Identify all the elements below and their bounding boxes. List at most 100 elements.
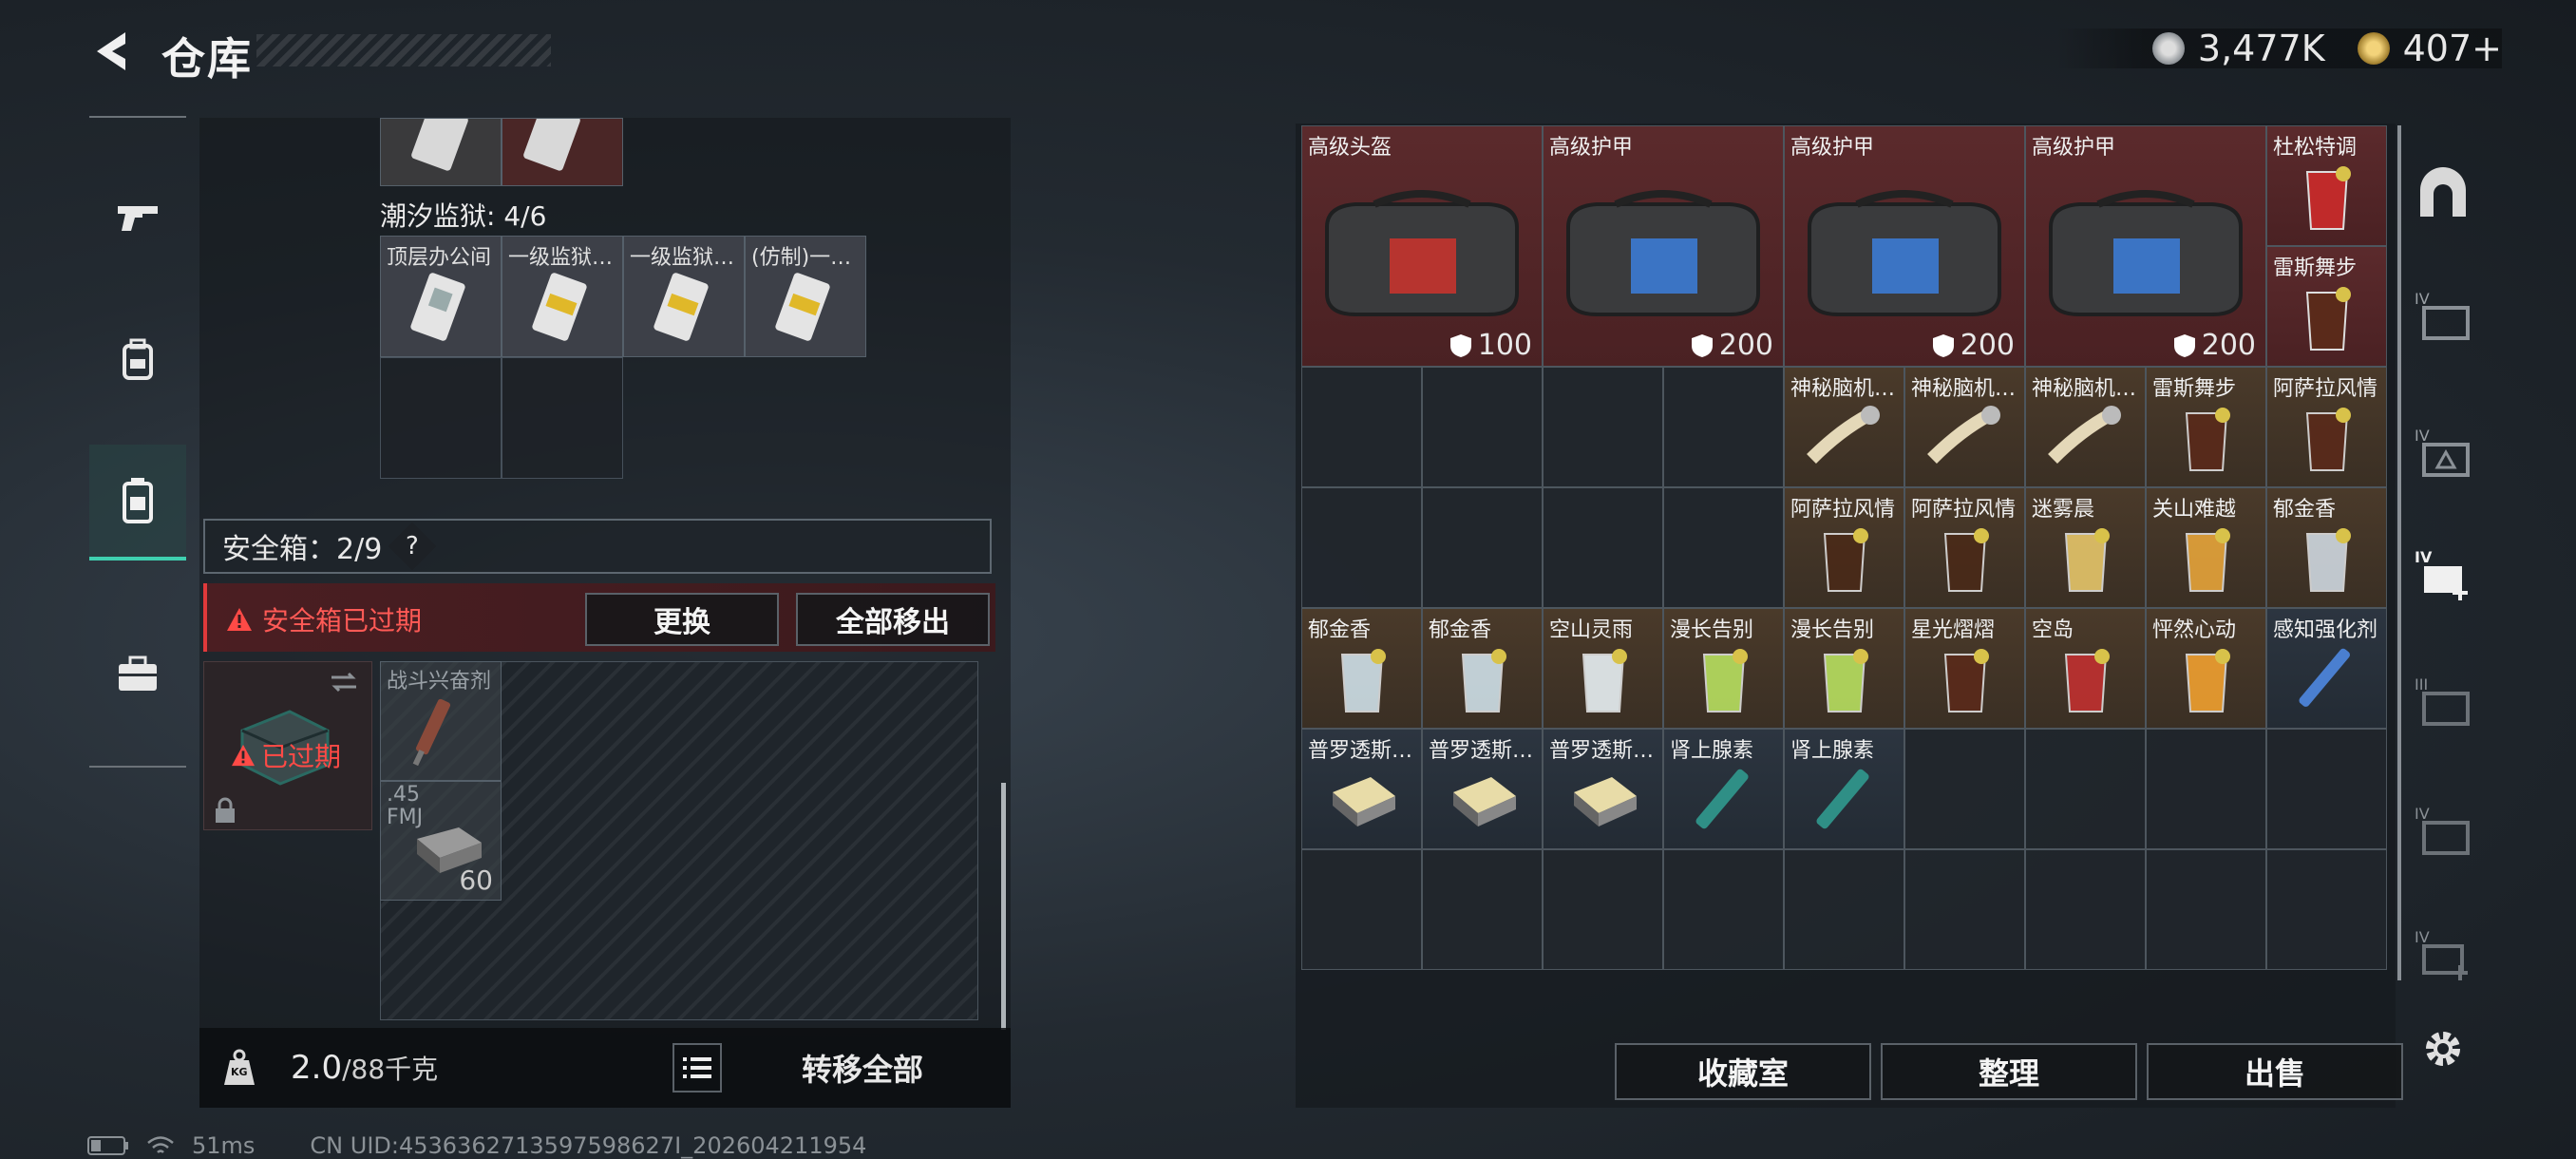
drink-icon xyxy=(2064,649,2110,712)
empty-slot[interactable] xyxy=(502,357,623,479)
inventory-item[interactable]: 肾上腺素 xyxy=(1784,729,1904,849)
transfer-all-button[interactable]: 转移全部 xyxy=(737,1039,988,1096)
safebox-slot[interactable]: 已过期 xyxy=(203,661,372,830)
durability: 200 xyxy=(1691,329,1773,362)
keycard-slot[interactable] xyxy=(380,118,502,186)
durability-value: 200 xyxy=(1960,329,2015,362)
vest-item[interactable]: 高级护甲 200 xyxy=(2025,125,2266,367)
currency-bar: 3,477K 407+ xyxy=(2055,28,2502,69)
category-containers[interactable] xyxy=(89,445,186,560)
replace-button[interactable]: 更换 xyxy=(585,593,779,646)
svg-text:IV: IV xyxy=(2415,427,2430,445)
empty-slot[interactable] xyxy=(2266,729,2387,849)
empty-slot[interactable] xyxy=(1301,487,1422,608)
scrollbar[interactable] xyxy=(2397,125,2401,980)
empty-slot[interactable] xyxy=(1422,487,1543,608)
empty-slot[interactable] xyxy=(2266,849,2387,970)
safe-door-icon[interactable] xyxy=(2409,158,2477,226)
inventory-item[interactable]: 关山难越 xyxy=(2146,487,2266,608)
empty-slot[interactable] xyxy=(2025,849,2146,970)
storage-tier-4a-icon[interactable]: IV xyxy=(2409,281,2477,350)
inventory-item[interactable]: 神秘脑机… xyxy=(2025,367,2146,487)
inventory-item[interactable]: 肾上腺素 xyxy=(1663,729,1784,849)
keycard-item[interactable]: (仿制)一… xyxy=(745,236,866,357)
enhancer-syringe-icon xyxy=(2299,648,2350,707)
empty-slot[interactable] xyxy=(1663,849,1784,970)
back-arrow-icon[interactable] xyxy=(87,27,137,76)
settings-icon[interactable] xyxy=(2409,1015,2477,1083)
storage-tier-4c-icon[interactable]: IV xyxy=(2409,796,2477,864)
item-label: 郁金香 xyxy=(1429,618,1492,642)
backpack-icon xyxy=(123,338,153,380)
empty-slot[interactable] xyxy=(2146,849,2266,970)
empty-slot[interactable] xyxy=(1543,367,1663,487)
expired-warning-text: 安全箱已过期 xyxy=(262,605,423,636)
inventory-item[interactable]: 空岛 xyxy=(2025,608,2146,729)
empty-slot[interactable] xyxy=(1422,367,1543,487)
empty-slot[interactable] xyxy=(2146,729,2266,849)
inventory-item[interactable]: 迷雾晨 xyxy=(2025,487,2146,608)
vest-item[interactable]: 高级护甲 200 xyxy=(1784,125,2025,367)
inventory-item[interactable]: 阿萨拉风情 xyxy=(1904,487,2025,608)
inventory-item[interactable]: 神秘脑机… xyxy=(1784,367,1904,487)
inventory-item[interactable]: 阿萨拉风情 xyxy=(1784,487,1904,608)
inventory-item[interactable]: 怦然心动 xyxy=(2146,608,2266,729)
expired-warning: 安全箱已过期 xyxy=(226,600,422,638)
empty-slot[interactable] xyxy=(1663,487,1784,608)
keycard-slot[interactable] xyxy=(502,118,623,186)
inventory-item[interactable]: 漫长告别 xyxy=(1784,608,1904,729)
inventory-item[interactable]: 普罗透斯… xyxy=(1301,729,1422,849)
empty-slot[interactable] xyxy=(1301,849,1422,970)
empty-slot[interactable] xyxy=(1422,849,1543,970)
empty-slot[interactable] xyxy=(1784,849,1904,970)
ammo-item[interactable]: .45 FMJ 60 xyxy=(380,781,502,901)
stim-item[interactable]: 战斗兴奋剂 xyxy=(380,661,502,781)
remove-all-button[interactable]: 全部移出 xyxy=(796,593,990,646)
inventory-item[interactable]: 阿萨拉风情 xyxy=(2266,367,2387,487)
item-label: 漫长告别 xyxy=(1670,618,1754,642)
swap-icon[interactable] xyxy=(330,672,358,693)
keycard-item[interactable]: 一级监狱… xyxy=(623,236,745,357)
empty-slot[interactable] xyxy=(1543,849,1663,970)
helmet-item[interactable]: 高级头盔 100 xyxy=(1301,125,1543,367)
category-others[interactable] xyxy=(89,621,186,726)
inventory-item[interactable]: 普罗透斯… xyxy=(1422,729,1543,849)
empty-slot[interactable] xyxy=(1543,487,1663,608)
svg-text:III: III xyxy=(2415,675,2428,694)
empty-slot[interactable] xyxy=(1301,367,1422,487)
inventory-item[interactable]: 空山灵雨 xyxy=(1543,608,1663,729)
inventory-item[interactable]: 郁金香 xyxy=(1422,608,1543,729)
category-equipment[interactable] xyxy=(89,308,186,412)
help-icon[interactable]: ? xyxy=(388,522,437,571)
inventory-item[interactable]: 雷斯舞步 xyxy=(2146,367,2266,487)
keycard-item[interactable]: 一级监狱… xyxy=(502,236,623,357)
keycard-item[interactable]: 顶层办公间 xyxy=(380,236,502,357)
empty-slot[interactable] xyxy=(380,357,502,479)
empty-slot[interactable] xyxy=(1904,849,2025,970)
sell-button[interactable]: 出售 xyxy=(2147,1043,2403,1100)
storage-tier-4d-icon[interactable]: IV xyxy=(2409,920,2477,988)
inventory-item[interactable]: 普罗透斯… xyxy=(1543,729,1663,849)
drink-item[interactable]: 雷斯舞步 xyxy=(2266,246,2387,367)
inventory-item[interactable]: 感知强化剂 xyxy=(2266,608,2387,729)
sort-button[interactable]: 整理 xyxy=(1881,1043,2137,1100)
inventory-item[interactable]: 漫长告别 xyxy=(1663,608,1784,729)
storage-tier-3-icon[interactable]: III xyxy=(2409,667,2477,735)
inventory-item[interactable]: 郁金香 xyxy=(1301,608,1422,729)
storage-tier-4-add-icon[interactable]: IV xyxy=(2409,540,2477,608)
durability-value: 200 xyxy=(1718,329,1773,362)
storage-tier-4b-icon[interactable]: IV xyxy=(2409,418,2477,486)
inventory-item[interactable]: 神秘脑机… xyxy=(1904,367,2025,487)
inventory-item[interactable]: 星光熠熠 xyxy=(1904,608,2025,729)
list-icon[interactable] xyxy=(672,1043,722,1092)
collection-room-button[interactable]: 收藏室 xyxy=(1615,1043,1871,1100)
vest-item[interactable]: 高级护甲 200 xyxy=(1543,125,1784,367)
scrollbar[interactable] xyxy=(1001,783,1006,1030)
inventory-item[interactable]: 郁金香 xyxy=(2266,487,2387,608)
drink-item[interactable]: 杜松特调 xyxy=(2266,125,2387,246)
empty-slot[interactable] xyxy=(1663,367,1784,487)
empty-slot[interactable] xyxy=(1904,729,2025,849)
empty-slot[interactable] xyxy=(2025,729,2146,849)
drink-icon xyxy=(2305,528,2351,592)
category-weapons[interactable] xyxy=(89,165,186,270)
